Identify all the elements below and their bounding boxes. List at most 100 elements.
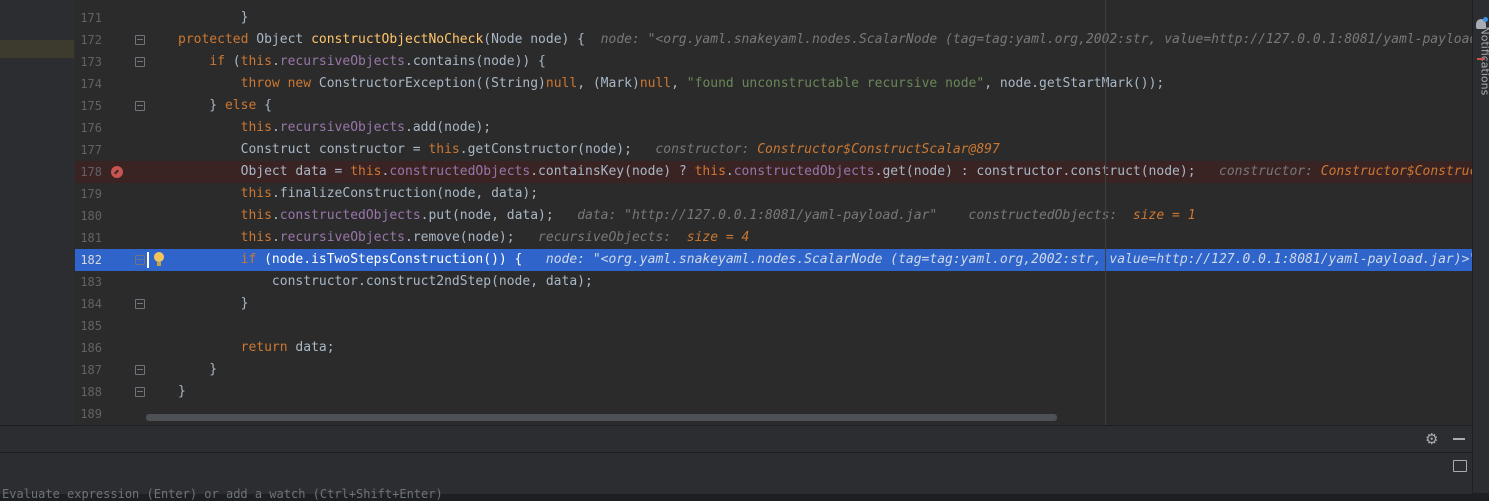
code-token: "found unconstructable recursive node" bbox=[687, 76, 984, 91]
inline-debug-value: constructor: bbox=[1196, 164, 1321, 179]
code-text: } bbox=[178, 381, 186, 403]
line-number[interactable]: 181 bbox=[75, 227, 102, 249]
inline-debug-value: node: "<org.yaml.snakeyaml.nodes.ScalarN… bbox=[522, 252, 1472, 267]
code-token bbox=[178, 120, 241, 135]
code-token: null bbox=[640, 76, 671, 91]
code-line[interactable]: 173 if (this.recursiveObjects.contains(n… bbox=[75, 51, 1472, 73]
code-token: ( bbox=[233, 54, 241, 69]
code-token: Construct constructor = bbox=[178, 142, 428, 157]
code-line[interactable]: 172 protected Object constructObjectNoChe… bbox=[75, 29, 1472, 51]
code-token: .put(node, data); bbox=[421, 208, 554, 223]
gear-icon[interactable]: ⚙ bbox=[1425, 432, 1439, 446]
code-token: .contains(node)) { bbox=[405, 54, 546, 69]
horizontal-scrollbar[interactable] bbox=[146, 414, 1057, 421]
error-stripe-marker[interactable] bbox=[1477, 58, 1485, 60]
line-number[interactable]: 173 bbox=[75, 51, 102, 73]
code-token: { bbox=[256, 98, 272, 113]
minimize-icon[interactable] bbox=[1453, 438, 1465, 440]
fold-marker-icon[interactable] bbox=[135, 57, 145, 67]
code-token: constructor.construct2ndStep(node, data)… bbox=[178, 274, 593, 289]
code-line[interactable]: 185 bbox=[75, 315, 1472, 337]
code-text: } bbox=[178, 359, 217, 381]
code-token: recursiveObjects bbox=[280, 120, 405, 135]
code-token: } bbox=[178, 362, 217, 377]
inline-debug-value: size = 1 bbox=[1133, 208, 1196, 223]
fold-marker-icon[interactable] bbox=[135, 387, 145, 397]
notifications-tab[interactable]: Notifications bbox=[1479, 27, 1489, 107]
debugger-side-panel bbox=[0, 0, 76, 425]
code-token: , bbox=[671, 76, 687, 91]
code-token: recursiveObjects bbox=[280, 54, 405, 69]
code-line[interactable]: 187 } bbox=[75, 359, 1472, 381]
code-token: .add(node); bbox=[405, 120, 491, 135]
line-number[interactable]: 179 bbox=[75, 183, 102, 205]
code-token: .get(node) : constructor.construct(node)… bbox=[875, 164, 1196, 179]
line-number[interactable]: 174 bbox=[75, 73, 102, 95]
code-line[interactable]: 186 return data; bbox=[75, 337, 1472, 359]
line-number[interactable]: 180 bbox=[75, 205, 102, 227]
code-token: recursiveObjects bbox=[280, 230, 405, 245]
line-number[interactable]: 171 bbox=[75, 7, 102, 29]
code-line[interactable]: 175 } else { bbox=[75, 95, 1472, 117]
debug-panel: ⚙ Evaluate expression (Enter) or add a w… bbox=[0, 425, 1472, 494]
code-line[interactable]: 177 Construct constructor = this.getCons… bbox=[75, 139, 1472, 161]
line-number[interactable]: 172 bbox=[75, 29, 102, 51]
text-caret bbox=[147, 252, 149, 268]
code-line[interactable]: 174 throw new ConstructorException((Stri… bbox=[75, 73, 1472, 95]
code-token bbox=[178, 186, 241, 201]
line-number[interactable]: 185 bbox=[75, 315, 102, 337]
code-line[interactable]: 180 this.constructedObjects.put(node, da… bbox=[75, 205, 1472, 227]
code-token: this bbox=[428, 142, 459, 157]
layout-icon[interactable] bbox=[1453, 460, 1467, 472]
line-number[interactable]: 176 bbox=[75, 117, 102, 139]
line-number[interactable]: 186 bbox=[75, 337, 102, 359]
code-editor[interactable]: 171 }172protected Object constructObject… bbox=[75, 0, 1472, 425]
code-token: . bbox=[272, 230, 280, 245]
evaluate-expression-input[interactable]: Evaluate expression (Enter) or add a wat… bbox=[2, 487, 1462, 501]
fold-marker-icon[interactable] bbox=[135, 255, 145, 265]
code-token bbox=[178, 252, 241, 267]
selected-frame-highlight bbox=[0, 40, 74, 58]
breakpoint-icon[interactable] bbox=[111, 166, 123, 178]
line-number[interactable]: 178 bbox=[75, 161, 102, 183]
code-token: null bbox=[546, 76, 577, 91]
code-token: .containsKey(node) ? bbox=[530, 164, 694, 179]
inline-debug-value: Constructor$ConstructScalar@897 bbox=[1321, 164, 1472, 179]
code-text: Object data = this.constructedObjects.co… bbox=[178, 161, 1472, 183]
code-token: this bbox=[241, 230, 272, 245]
code-token: if bbox=[209, 54, 232, 69]
line-number[interactable]: 187 bbox=[75, 359, 102, 381]
code-line[interactable]: 184 } bbox=[75, 293, 1472, 315]
code-text: protected Object constructObjectNoCheck(… bbox=[178, 29, 1472, 51]
fold-marker-icon[interactable] bbox=[135, 35, 145, 45]
code-line[interactable]: 181 this.recursiveObjects.remove(node); … bbox=[75, 227, 1472, 249]
code-text: this.finalizeConstruction(node, data); bbox=[178, 183, 538, 205]
line-number[interactable]: 177 bbox=[75, 139, 102, 161]
line-number[interactable]: 184 bbox=[75, 293, 102, 315]
line-number[interactable]: 183 bbox=[75, 271, 102, 293]
fold-marker-icon[interactable] bbox=[135, 365, 145, 375]
line-number[interactable]: 182 bbox=[75, 249, 102, 271]
code-line[interactable]: 182 if (node.isTwoStepsConstruction()) {… bbox=[75, 249, 1472, 271]
code-line[interactable]: 176 this.recursiveObjects.add(node); bbox=[75, 117, 1472, 139]
fold-marker-icon[interactable] bbox=[135, 299, 145, 309]
line-number[interactable]: 188 bbox=[75, 381, 102, 403]
code-token bbox=[178, 76, 241, 91]
line-number[interactable]: 189 bbox=[75, 403, 102, 425]
inline-debug-value: Constructor$ConstructScalar@897 bbox=[757, 142, 1000, 157]
right-tool-strip: Notifications bbox=[1472, 0, 1489, 493]
fold-marker-icon[interactable] bbox=[135, 101, 145, 111]
code-text: if (this.recursiveObjects.contains(node)… bbox=[178, 51, 546, 73]
code-token: (node.isTwoStepsConstruction()) { bbox=[256, 252, 522, 267]
code-line[interactable]: 179 this.finalizeConstruction(node, data… bbox=[75, 183, 1472, 205]
code-token: (Node node) { bbox=[483, 32, 585, 47]
code-line[interactable]: 178 Object data = this.constructedObject… bbox=[75, 161, 1472, 183]
code-token: } bbox=[178, 98, 225, 113]
lightbulb-icon[interactable] bbox=[154, 252, 164, 262]
code-line[interactable]: 183 constructor.construct2ndStep(node, d… bbox=[75, 271, 1472, 293]
code-line[interactable]: 171 } bbox=[75, 7, 1472, 29]
code-token: protected bbox=[178, 32, 256, 47]
code-text: return data; bbox=[178, 337, 335, 359]
code-line[interactable]: 188} bbox=[75, 381, 1472, 403]
line-number[interactable]: 175 bbox=[75, 95, 102, 117]
